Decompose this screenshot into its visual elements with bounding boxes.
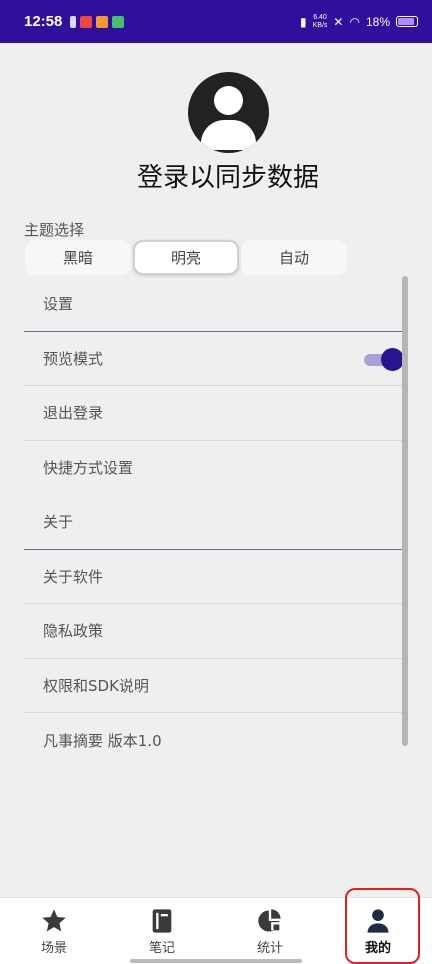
theme-toggle: 黑暗 明亮 自动 [25, 240, 347, 275]
bottom-nav: 场景 笔记 统计 我的 [0, 897, 432, 964]
nav-item-notes[interactable]: 笔记 [108, 898, 216, 964]
settings-item-label: 预览模式 [43, 349, 104, 368]
vibrate-icon: ▮ [300, 14, 307, 29]
avatar[interactable] [188, 72, 269, 153]
app-notification-icon [96, 15, 109, 28]
settings-item-version: 凡事摘要 版本1.0 [43, 731, 162, 750]
settings-item-about-header: 关于 [24, 495, 408, 550]
net-speed-unit: KB/s [312, 21, 328, 29]
app-notification-icon [80, 15, 93, 28]
avatar-head [214, 86, 243, 115]
storage-icon [70, 15, 77, 28]
settings-list: 设置 预览模式 退出登录 快捷方式设置 关于 关于软件 隐私政策 权限和SDK说… [24, 277, 408, 768]
settings-item-settings[interactable]: 设置 [24, 277, 408, 332]
net-speed-value: 6.40 [313, 13, 327, 21]
settings-item-permissions-sdk[interactable]: 权限和SDK说明 [24, 659, 408, 713]
theme-option-light[interactable]: 明亮 [133, 240, 239, 275]
settings-item-privacy-policy[interactable]: 隐私政策 [24, 604, 408, 659]
battery-icon [396, 16, 418, 27]
settings-item-logout[interactable]: 退出登录 [24, 386, 408, 441]
preview-mode-toggle[interactable] [364, 347, 404, 371]
notification-icons [70, 15, 125, 28]
nav-label: 场景 [40, 940, 67, 956]
nav-label: 统计 [256, 940, 283, 956]
status-bar: 12:58 ▮ 6.40 KB/s ✕ ◠ 18% [0, 0, 432, 43]
nav-item-scenes[interactable]: 场景 [0, 898, 108, 964]
status-time: 12:58 [24, 13, 63, 30]
nav-item-stats[interactable]: 统计 [216, 898, 324, 964]
settings-item-shortcut-settings[interactable]: 快捷方式设置 [24, 441, 408, 496]
theme-option-dark[interactable]: 黑暗 [25, 240, 131, 275]
battery-percent: 18% [365, 14, 390, 29]
notebook-icon [152, 908, 172, 933]
person-icon [367, 908, 389, 933]
settings-item-preview-mode[interactable]: 预览模式 [24, 332, 408, 386]
settings-item-about-app[interactable]: 关于软件 [24, 550, 408, 604]
wifi-icon: ◠ [349, 14, 360, 29]
scrollbar[interactable] [402, 276, 408, 746]
sim-icon: ✕ [333, 14, 344, 29]
net-speed: 6.40 KB/s [313, 14, 328, 30]
nav-item-mine[interactable]: 我的 [324, 898, 432, 964]
theme-label: 主题选择 [24, 221, 85, 239]
star-icon [42, 908, 66, 931]
theme-option-auto[interactable]: 自动 [241, 240, 347, 275]
status-right: ▮ 6.40 KB/s ✕ ◠ 18% [300, 14, 418, 30]
nav-label: 笔记 [148, 940, 175, 956]
home-indicator [130, 959, 302, 963]
login-title[interactable]: 登录以同步数据 [0, 157, 432, 194]
chart-icon [258, 908, 281, 931]
avatar-body [201, 120, 256, 150]
app-notification-icon [112, 15, 125, 28]
nav-label: 我的 [364, 940, 391, 956]
